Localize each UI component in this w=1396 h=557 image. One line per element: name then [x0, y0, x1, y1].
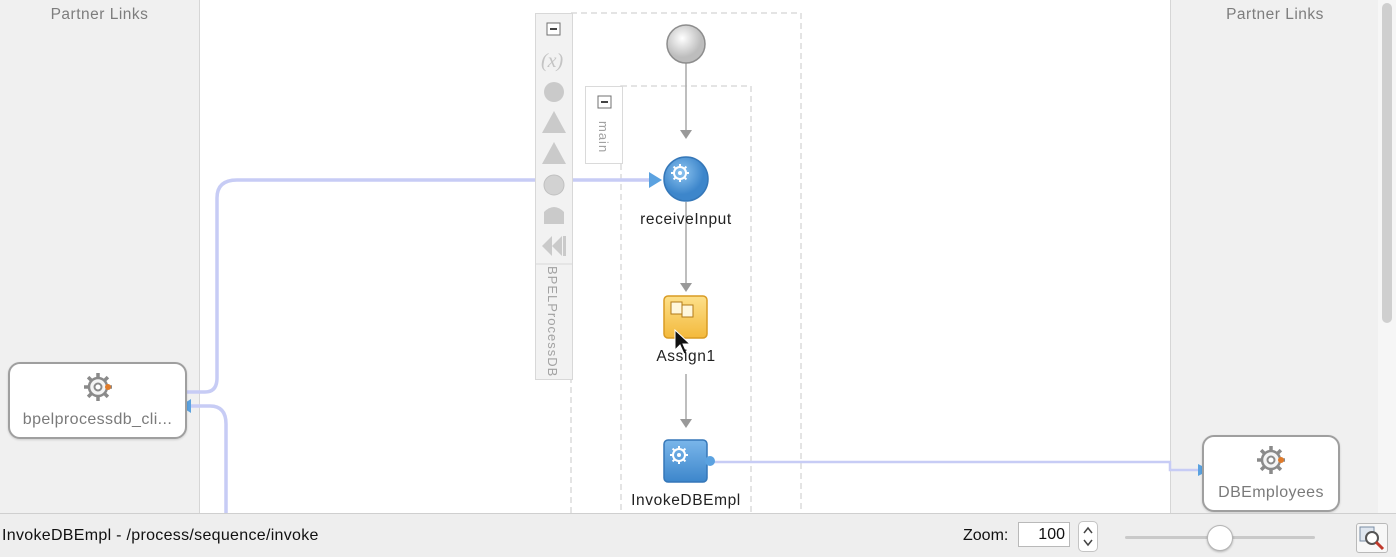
invoke-link-port	[705, 456, 715, 466]
flow-arrow	[680, 130, 692, 139]
sequence-name-label: main	[596, 121, 611, 154]
assign-activity-label: Assign1	[656, 348, 716, 365]
vertical-scrollbar[interactable]	[1378, 0, 1396, 513]
invoke-gear-icon	[670, 446, 688, 464]
event-handlers-icon[interactable]	[543, 174, 565, 196]
reply-partner-link-line[interactable]	[188, 404, 228, 513]
receive-link-arrow	[649, 172, 662, 188]
fault-handlers-icon[interactable]	[542, 111, 566, 133]
zoom-input[interactable]	[1018, 522, 1070, 547]
spinner-up-icon[interactable]	[1083, 526, 1093, 534]
client-partner-link-label: bpelprocessdb_cli...	[22, 411, 173, 428]
dbemployees-partner-link[interactable]: DBEmployees	[1202, 435, 1340, 512]
zoom-slider-knob[interactable]	[1207, 525, 1233, 551]
correlation-icon[interactable]	[544, 82, 564, 102]
receive-gear-icon	[671, 164, 689, 182]
flow-arrow	[680, 283, 692, 292]
scope-name-label: BPELProcessDB	[545, 266, 560, 378]
process-start-node[interactable]	[666, 24, 706, 64]
zoom-spinner[interactable]	[1078, 521, 1098, 552]
sequence-tab: main	[585, 86, 623, 164]
receive-activity-label: receiveInput	[640, 211, 732, 228]
bpel-diagram-canvas[interactable]	[0, 0, 1396, 513]
spinner-down-icon[interactable]	[1083, 539, 1093, 547]
flow-arrow	[680, 419, 692, 428]
zoom-label: Zoom:	[963, 527, 1009, 544]
receive-partner-link-line[interactable]	[186, 178, 655, 394]
compensation-icon[interactable]	[542, 142, 566, 164]
gear-icon	[84, 373, 112, 401]
status-bar: InvokeDBEmpl - /process/sequence/invoke …	[0, 513, 1396, 557]
invoke-partner-link-line[interactable]	[712, 460, 1200, 472]
variables-icon[interactable]: (x)	[541, 50, 564, 72]
sequence-collapse-icon[interactable]	[597, 95, 612, 109]
gear-icon	[1257, 446, 1285, 474]
zoom-fit-button[interactable]	[1356, 523, 1388, 553]
scrollbar-thumb[interactable]	[1382, 3, 1392, 323]
rewind-icon[interactable]	[542, 236, 566, 256]
termination-icon[interactable]	[544, 207, 564, 224]
client-partner-link[interactable]: bpelprocessdb_cli...	[8, 362, 187, 439]
scope-toolbar: (x) BPELProcessDB	[535, 13, 573, 380]
magnifier-icon	[1359, 526, 1385, 551]
invoke-activity-label: InvokeDBEmpl	[631, 492, 741, 509]
dbemployees-partner-link-label: DBEmployees	[1218, 484, 1324, 501]
status-path-text: InvokeDBEmpl - /process/sequence/invoke	[2, 527, 319, 544]
collapse-icon[interactable]	[546, 22, 561, 36]
